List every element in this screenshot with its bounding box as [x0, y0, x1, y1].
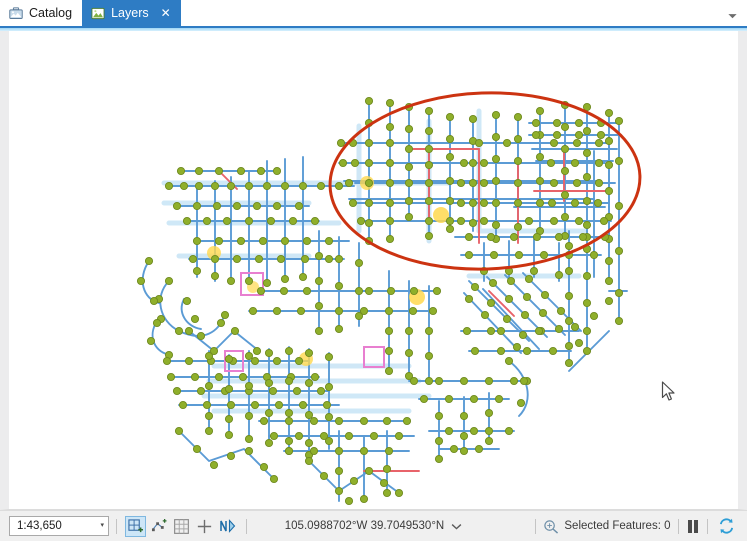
grid-icon [174, 518, 189, 534]
tab-catalog[interactable]: Catalog [0, 0, 83, 26]
map-coordinates-value: 105.0988702°W 39.7049530°N [284, 520, 445, 532]
map-canvas[interactable] [9, 31, 738, 509]
map-view-frame[interactable] [0, 31, 747, 510]
crosshair-button[interactable] [194, 516, 215, 537]
grid-button[interactable] [171, 516, 192, 537]
catalog-icon [9, 6, 23, 19]
refresh-icon [719, 518, 734, 534]
status-separator-3 [535, 518, 537, 534]
layers-icon [91, 7, 105, 19]
status-separator-4 [677, 518, 679, 534]
pause-drawing-button[interactable] [686, 519, 701, 533]
north-arrow-button[interactable] [217, 516, 238, 537]
snapping-button[interactable] [148, 516, 169, 537]
status-separator-2 [246, 518, 247, 534]
map-scale-value: 1:43,650 [17, 520, 62, 532]
snapping-icon [151, 518, 166, 531]
status-bar: 1:43,650 ▾ 105.0988702°W 39.7049530°N Se… [0, 510, 747, 541]
arcgis-map-view-window: Catalog Layers ✕ 1:43,650 ▾ 105.0988702°… [0, 0, 747, 541]
tab-catalog-label: Catalog [29, 6, 73, 20]
coordinates-chevron-down-icon[interactable] [451, 523, 462, 530]
fixed-zoom-in-icon [128, 518, 143, 532]
status-separator [116, 518, 117, 534]
map-scale-combobox[interactable]: 1:43,650 ▾ [9, 516, 109, 536]
pause-bar-right [694, 519, 698, 533]
fixed-zoom-in-button[interactable] [125, 515, 146, 537]
tab-layers[interactable]: Layers ✕ [82, 0, 181, 26]
tab-layers-label: Layers [111, 6, 149, 20]
utility-network-map [136, 91, 642, 506]
refresh-button[interactable] [716, 516, 737, 537]
pause-bar-left [687, 519, 692, 533]
crosshair-icon [197, 519, 212, 533]
zoom-to-selection-icon [544, 519, 559, 534]
map-scale-caret-icon[interactable]: ▾ [100, 522, 104, 529]
view-tab-bar: Catalog Layers ✕ [0, 0, 747, 26]
tab-layers-close-icon[interactable]: ✕ [161, 7, 171, 19]
status-right-group: Selected Features: 0 [528, 516, 747, 537]
status-separator-5 [707, 518, 708, 534]
north-arrow-icon [219, 518, 235, 533]
chevron-down-icon[interactable] [727, 12, 738, 20]
selected-features-label: Selected Features: 0 [564, 520, 671, 532]
selected-features-indicator[interactable]: Selected Features: 0 [543, 519, 671, 534]
